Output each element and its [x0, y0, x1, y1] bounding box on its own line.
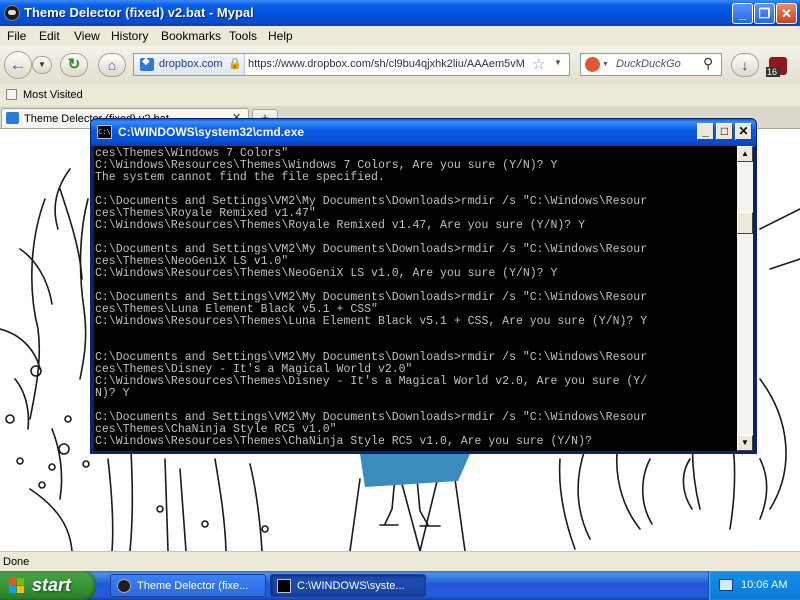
clock[interactable]: 10:06 AM: [741, 579, 787, 591]
close-button[interactable]: ✕: [776, 3, 797, 24]
browser-window-title: Theme Delector (fixed) v2.bat - Mypal: [24, 5, 254, 20]
taskbar-item-label: C:\WINDOWS\syste...: [297, 580, 405, 592]
menu-history[interactable]: History: [111, 29, 148, 43]
cmd-maximize-button[interactable]: □: [716, 123, 733, 140]
bookmark-most-visited[interactable]: Most Visited: [23, 89, 83, 101]
browser-title-bar[interactable]: Theme Delector (fixed) v2.bat - Mypal _ …: [0, 0, 800, 26]
minimize-button[interactable]: _: [732, 3, 753, 24]
cmd-window[interactable]: C:\ C:\WINDOWS\system32\cmd.exe _ □ ✕ ce…: [90, 118, 757, 454]
scroll-up-icon[interactable]: ▲: [737, 146, 753, 162]
addon-badge-count: 16: [767, 67, 778, 77]
network-icon[interactable]: [719, 579, 733, 591]
scroll-down-icon[interactable]: ▼: [737, 435, 753, 451]
cmd-task-icon: [277, 579, 291, 593]
windows-flag-icon: [9, 578, 25, 594]
search-bar[interactable]: ▼ DuckDuckGo ⚲: [580, 53, 722, 76]
history-dropdown-icon[interactable]: ▼: [32, 56, 52, 74]
status-text: Done: [3, 556, 30, 568]
downloads-icon[interactable]: ↓: [731, 53, 759, 77]
status-bar: Done: [0, 551, 800, 572]
duckduckgo-icon[interactable]: [585, 57, 600, 72]
menu-view[interactable]: View: [74, 29, 100, 43]
home-icon[interactable]: ⌂: [98, 53, 126, 77]
addon-badge-icon[interactable]: 16: [766, 54, 790, 78]
reload-icon[interactable]: ↻: [60, 53, 88, 77]
cmd-title-bar[interactable]: C:\ C:\WINDOWS\system32\cmd.exe _ □ ✕: [91, 119, 756, 146]
most-visited-icon: [6, 89, 17, 100]
system-tray: 10:06 AM: [708, 571, 800, 600]
dropbox-favicon-icon: [140, 56, 154, 71]
restore-button[interactable]: ❐: [754, 3, 775, 24]
bookmarks-toolbar: Most Visited: [0, 84, 800, 107]
taskbar-item-browser[interactable]: Theme Delector (fixe...: [110, 574, 266, 597]
start-button[interactable]: start: [0, 571, 96, 600]
dropbox-tab-favicon-icon: [6, 112, 19, 124]
back-arrow-icon[interactable]: ←: [4, 51, 32, 79]
search-engine-dropdown-icon[interactable]: ▼: [602, 61, 609, 68]
address-bar[interactable]: dropbox.com 🔒 https://www.dropbox.com/sh…: [133, 53, 570, 76]
cmd-minimize-button[interactable]: _: [697, 123, 714, 140]
search-input[interactable]: DuckDuckGo: [616, 58, 681, 70]
cmd-close-button[interactable]: ✕: [735, 123, 752, 140]
cmd-prompt-icon: C:\: [97, 125, 112, 139]
bookmark-star-icon[interactable]: ☆: [532, 55, 545, 73]
taskbar-item-label: Theme Delector (fixe...: [137, 580, 249, 592]
cmd-window-title: C:\WINDOWS\system32\cmd.exe: [118, 125, 305, 139]
menu-bar: File Edit View History Bookmarks Tools H…: [0, 26, 800, 46]
taskbar: start Theme Delector (fixe... C:\WINDOWS…: [0, 571, 800, 600]
mypal-task-icon: [117, 579, 131, 593]
start-label: start: [32, 575, 72, 595]
site-identity-box[interactable]: dropbox.com 🔒: [134, 54, 245, 75]
menu-tools[interactable]: Tools: [229, 29, 257, 43]
mypal-app-icon: [4, 5, 20, 21]
menu-bookmarks[interactable]: Bookmarks: [161, 29, 221, 43]
console-scrollbar[interactable]: ▲ ▼: [737, 146, 753, 451]
console-text: ces\Themes\Windows 7 Colors" C:\Windows\…: [95, 147, 648, 448]
url-dropdown-icon[interactable]: ▼: [554, 58, 562, 67]
lock-icon: 🔒: [228, 58, 242, 70]
scrollbar-thumb[interactable]: [737, 212, 753, 234]
taskbar-item-cmd[interactable]: C:\WINDOWS\syste...: [270, 574, 426, 597]
search-icon[interactable]: ⚲: [703, 55, 713, 72]
url-input[interactable]: https://www.dropbox.com/sh/cl9bu4qjxhk2l…: [248, 58, 530, 70]
menu-help[interactable]: Help: [268, 29, 293, 43]
menu-file[interactable]: File: [7, 29, 26, 43]
console-output[interactable]: ces\Themes\Windows 7 Colors" C:\Windows\…: [94, 146, 737, 451]
site-identity-host: dropbox.com: [159, 58, 223, 70]
menu-edit[interactable]: Edit: [39, 29, 60, 43]
